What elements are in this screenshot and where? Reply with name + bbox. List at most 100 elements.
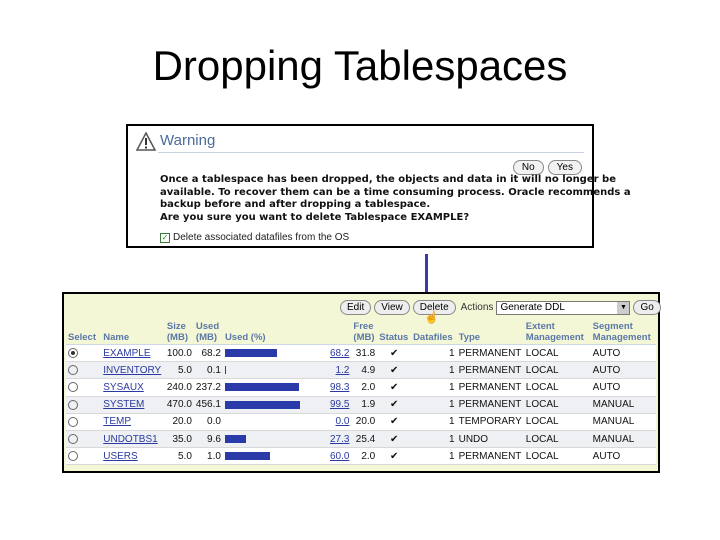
select-cell[interactable] [66,361,102,380]
select-cell[interactable] [66,413,102,431]
col-extent[interactable]: Extent Management [523,320,591,345]
segment-cell: AUTO [590,361,656,380]
select-cell[interactable] [66,378,102,397]
used-pct-cell[interactable]: 27.3 [327,430,352,449]
select-cell[interactable] [66,396,102,414]
slide-title: Dropping Tablespaces [152,42,568,89]
usage-bar [224,452,271,461]
col-datafiles: Datafiles [411,320,457,345]
name-cell[interactable]: USERS [101,447,165,466]
go-button[interactable]: Go [633,300,661,315]
tablespace-link[interactable]: USERS [103,451,137,462]
used-pct-cell[interactable]: 60.0 [327,447,352,466]
status-check-icon: ✔ [377,396,412,414]
used-pct-cell[interactable]: 99.5 [327,396,352,414]
select-radio[interactable] [68,382,78,393]
table-row[interactable]: SYSAUX 240.0 237.2 98.3 2.0 ✔ 1 PERMANENT LOCAL A… [66,378,656,397]
table-row[interactable]: INVENTORY 5.0 0.1 1.2 4.9 ✔ 1 PERMANENT LOCAL AUT… [66,361,656,380]
col-segment[interactable]: Segment Management [590,320,656,345]
usage-bar-cell [222,413,328,431]
datafiles-cell: 1 [411,378,457,397]
tablespace-link[interactable]: INVENTORY [103,365,161,376]
used-cell: 68.2 [193,344,223,363]
select-cell[interactable] [66,344,102,363]
tablespace-link[interactable]: EXAMPLE [103,348,150,359]
tablespace-link[interactable]: UNDOTBS1 [103,434,157,445]
col-used[interactable]: Used (MB) [193,320,223,345]
select-radio[interactable] [68,347,78,358]
tablespace-link[interactable]: SYSAUX [103,382,144,393]
datafiles-cell: 1 [411,447,457,466]
used-pct-link[interactable]: 60.0 [330,451,349,462]
select-cell[interactable] [66,430,102,449]
delete-datafiles-checkbox[interactable]: ✓ [160,232,170,243]
tablespace-link[interactable]: TEMP [103,416,131,427]
status-check-icon: ✔ [377,430,412,449]
select-cell[interactable] [66,447,102,466]
name-cell[interactable]: TEMP [101,413,165,431]
used-pct-link[interactable]: 99.5 [330,399,349,410]
table-row[interactable]: EXAMPLE 100.0 68.2 68.2 31.8 ✔ 1 PERMANENT LOCAL… [66,344,656,363]
free-cell: 31.8 [351,344,378,363]
col-type[interactable]: Type [456,320,524,345]
col-used-pct[interactable]: Used (%) [222,320,352,345]
used-cell: 0.0 [193,413,223,431]
yes-button[interactable]: Yes [547,160,582,175]
size-cell: 100.0 [164,344,194,363]
col-free[interactable]: Free (MB) [351,320,378,345]
type-cell: PERMANENT [456,447,524,466]
table-row[interactable]: SYSTEM 470.0 456.1 99.5 1.9 ✔ 1 PERMANENT LOCAL M… [66,396,656,414]
table-row[interactable]: UNDOTBS1 35.0 9.6 27.3 25.4 ✔ 1 UNDO LOCAL MANUAL [66,430,656,449]
size-cell: 35.0 [164,430,194,449]
actions-select-value: Generate DDL [500,301,565,313]
type-cell: PERMANENT [456,344,524,363]
table-row[interactable]: USERS 5.0 1.0 60.0 2.0 ✔ 1 PERMANENT LOCAL AUTO [66,447,656,466]
usage-bar-cell [222,396,328,414]
used-pct-cell[interactable]: 98.3 [327,378,352,397]
actions-select[interactable]: Generate DDL ▼ [496,300,631,315]
select-radio[interactable] [68,365,78,376]
usage-bar-cell [222,344,328,363]
used-pct-link[interactable]: 27.3 [330,434,349,445]
used-pct-link[interactable]: 68.2 [330,348,349,359]
delete-datafiles-option[interactable]: ✓ Delete associated datafiles from the O… [160,232,349,243]
datafiles-cell: 1 [411,430,457,449]
col-name[interactable]: Name [101,320,165,345]
select-radio[interactable] [68,399,78,410]
free-cell: 1.9 [351,396,378,414]
col-size[interactable]: Size (MB) [164,320,194,345]
chevron-down-icon[interactable]: ▼ [617,301,630,314]
usage-bar [224,366,226,375]
warning-question: Are you sure you want to delete Tablespa… [160,211,470,223]
used-cell: 456.1 [193,396,223,414]
select-radio[interactable] [68,451,78,462]
used-pct-link[interactable]: 0.0 [336,416,350,427]
used-pct-cell[interactable]: 68.2 [327,344,352,363]
view-button[interactable]: View [374,300,410,315]
select-radio[interactable] [68,433,78,444]
used-pct-cell[interactable]: 1.2 [327,361,352,380]
used-pct-link[interactable]: 98.3 [330,382,349,393]
status-check-icon: ✔ [377,361,412,380]
used-pct-cell[interactable]: 0.0 [327,413,352,431]
used-cell: 1.0 [193,447,223,466]
tablespace-link[interactable]: SYSTEM [103,399,144,410]
used-pct-link[interactable]: 1.2 [336,365,350,376]
free-cell: 4.9 [351,361,378,380]
datafiles-cell: 1 [411,413,457,431]
used-cell: 0.1 [193,361,223,380]
no-button[interactable]: No [512,160,544,175]
name-cell[interactable]: INVENTORY [101,361,165,380]
warning-message-line: Once a tablespace has been dropped, the … [160,174,616,185]
type-cell: PERMANENT [456,378,524,397]
usage-bar [224,400,301,409]
select-radio[interactable] [68,416,78,427]
name-cell[interactable]: UNDOTBS1 [101,430,165,449]
name-cell[interactable]: SYSTEM [101,396,165,414]
usage-bar [224,383,300,392]
table-row[interactable]: TEMP 20.0 0.0 0.0 20.0 ✔ 1 TEMPORARY LOCAL MANUAL [66,413,656,431]
segment-cell: MANUAL [590,413,656,431]
edit-button[interactable]: Edit [340,300,372,315]
name-cell[interactable]: EXAMPLE [101,344,165,363]
name-cell[interactable]: SYSAUX [101,378,165,397]
